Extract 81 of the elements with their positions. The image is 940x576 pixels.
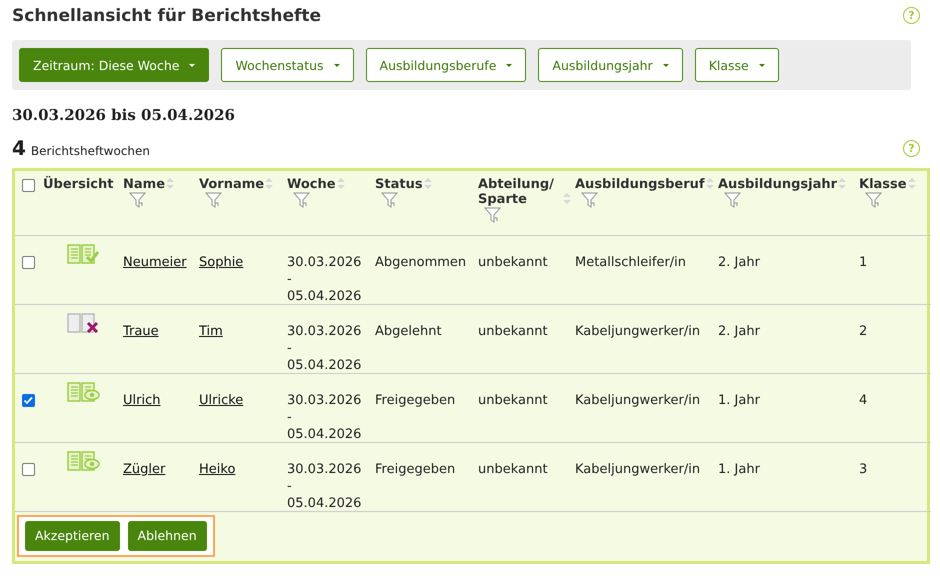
filter-icon [205,192,222,208]
first-name-link[interactable]: Sophie [199,254,244,270]
filter-dropdown[interactable]: Wochenstatus [221,48,354,82]
table-cell-text: 1. Jahr [718,460,761,478]
book-check-icon [67,244,99,264]
column-header[interactable]: Vorname [199,177,264,192]
table-cell-text: Metallschleifer/in [575,254,688,270]
first-name-link[interactable]: Tim [199,324,223,338]
caret-icon [662,64,669,66]
filter-icon [129,192,146,208]
table-cell-text: unbekannt [478,392,549,408]
filter-dropdown[interactable]: Ausbildungsjahr [538,48,683,82]
table-cell-text: unbekannt [478,254,549,270]
column-header[interactable]: Ausbildungsberuf [575,177,705,192]
caret-icon [506,64,512,66]
filter-icon [484,207,501,223]
table-cell-text: Freigegeben [375,392,456,408]
sort-icon [265,178,274,189]
filter-icon [293,192,310,208]
column-header[interactable]: Klasse [859,177,907,192]
table-cell-text: 1. Jahr [718,392,761,408]
book-eye-icon [67,382,100,402]
sort-icon [908,178,916,189]
first-name-link[interactable]: Heiko [199,462,236,476]
result-count: 4 [12,136,26,160]
caret-icon [189,64,196,66]
table-cell-text: 2. Jahr [718,322,761,340]
table-cell-text: unbekannt [478,322,549,340]
date-range: 30.03.2026 bis 05.04.2026 [12,106,236,124]
column-header[interactable]: Ausbildungsjahr [718,177,838,192]
filter-icon [724,192,741,208]
filter-dropdown[interactable]: Ausbildungsberufe [366,48,526,82]
table-cell-text: 3 [859,460,868,478]
table-cell-text: Kabeljungwerker/in [575,322,702,340]
first-name-link[interactable]: Ulricke [199,392,244,408]
column-header[interactable]: Abteilung/ Sparte [478,177,562,207]
book-cross-icon [67,312,99,332]
filter-dropdown[interactable]: Klasse [694,48,779,82]
table-cell-text: Abgelehnt [375,322,443,340]
name-link[interactable]: Ulrich [123,392,160,408]
page-title: Schnellansicht für Berichtshefte [12,5,322,26]
name-link[interactable]: Neumeier [123,254,187,270]
sort-icon [706,178,714,189]
table-cell-text: Abgenommen [375,254,468,270]
row-checkbox[interactable] [22,256,35,268]
sort-icon [424,178,432,189]
name-link[interactable]: Zügler [123,462,166,476]
table-cell-text: 30.03.2026 - 05.04.2026 [287,322,362,372]
row-checkbox[interactable] [22,462,35,476]
book-eye-icon [67,450,100,470]
filter-icon [581,192,598,208]
action-button[interactable]: Akzeptieren [25,520,120,550]
caret-icon [758,64,765,66]
table-cell-text: 4 [859,392,868,408]
column-header[interactable]: Status [375,177,423,192]
table-cell-text: Kabeljungwerker/in [575,460,702,478]
row-checkbox[interactable] [22,394,35,406]
table-cell-text: 30.03.2026 - 05.04.2026 [287,392,362,441]
select-all-checkbox[interactable] [22,179,35,192]
table-cell-text: unbekannt [478,460,549,478]
filter-icon [381,192,398,208]
column-header[interactable]: Name [123,177,166,192]
sort-icon [336,178,345,189]
result-label: Berichtsheftwochen [30,144,150,158]
table-cell-text: 30.03.2026 - 05.04.2026 [287,460,362,510]
filter-dropdown[interactable]: Zeitraum: Diese Woche [19,48,210,82]
sort-icon [166,178,174,189]
caret-icon [334,64,340,66]
column-header[interactable]: Übersicht [43,177,114,192]
column-header[interactable]: Woche [287,177,336,192]
sort-icon [838,178,846,189]
table-cell-text: Freigegeben [375,460,456,478]
action-button[interactable]: Ablehnen [128,520,207,550]
table-cell-text: 1 [859,254,868,270]
table-cell-text: 2. Jahr [718,254,761,270]
table-cell-text: 30.03.2026 - 05.04.2026 [287,254,362,303]
table-cell-text: Kabeljungwerker/in [575,392,702,408]
name-link[interactable]: Traue [123,324,159,338]
table-cell-text: 2 [859,322,868,340]
filter-icon [865,192,882,208]
sort-icon [563,193,571,204]
